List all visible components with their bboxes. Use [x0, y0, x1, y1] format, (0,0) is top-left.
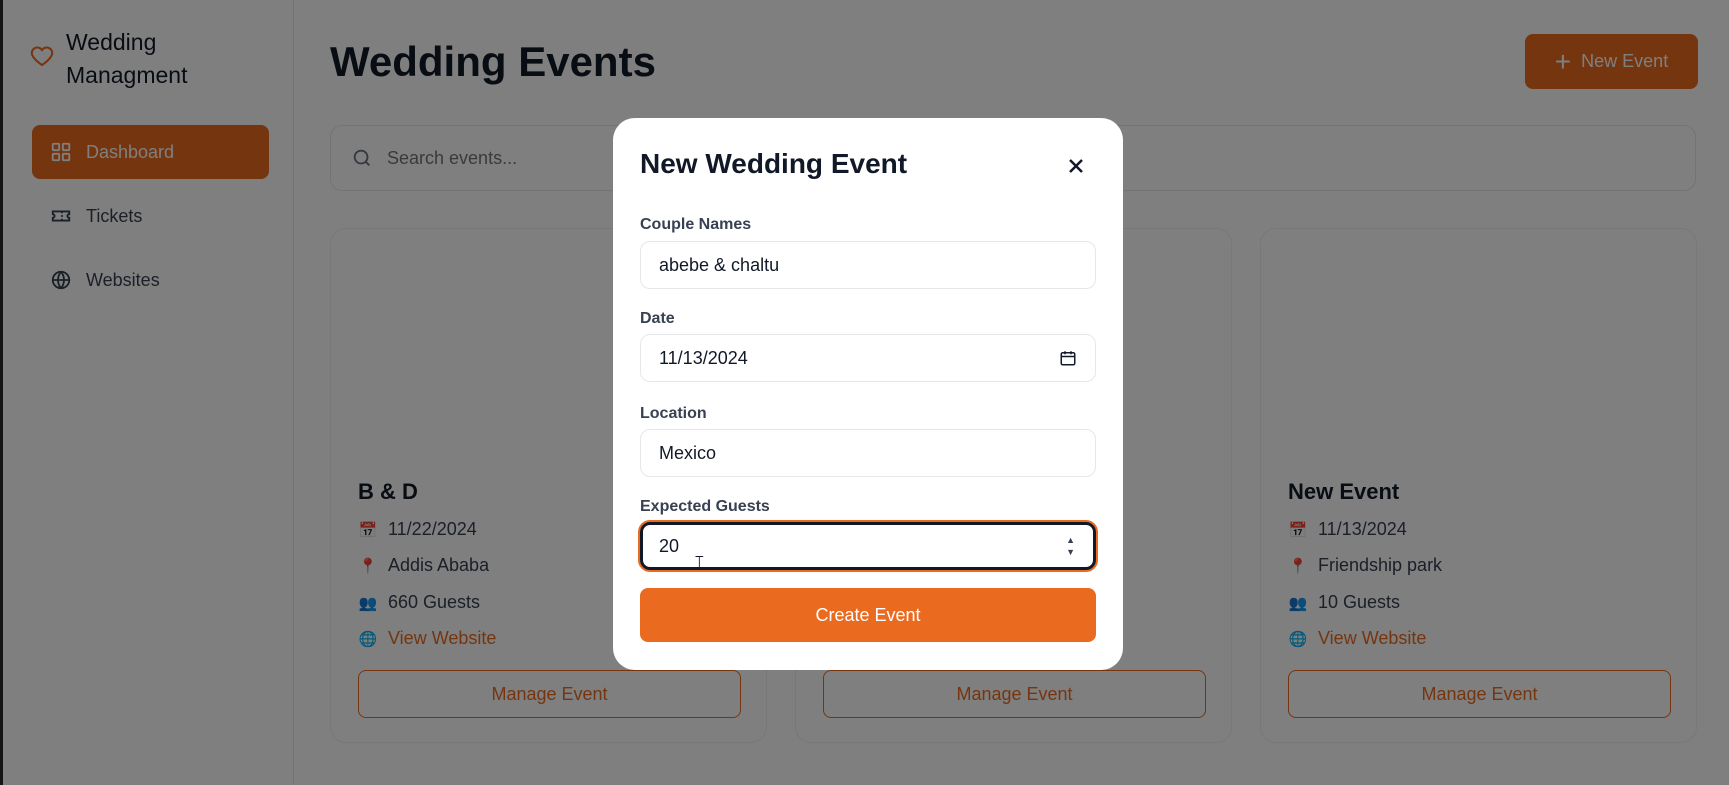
modal-title: New Wedding Event [640, 148, 908, 179]
couple-names-value: abebe & chaltu [659, 254, 780, 275]
location-value: Mexico [659, 442, 717, 463]
date-value: 11/13/2024 [659, 347, 748, 368]
expected-guests-label: Expected Guests [640, 498, 770, 515]
date-field[interactable]: 11/13/2024 [640, 334, 1096, 382]
number-stepper[interactable]: ▲ ▼ [1066, 535, 1075, 557]
close-icon[interactable] [1064, 154, 1088, 178]
date-label: Date [640, 310, 675, 327]
location-field[interactable]: Mexico [640, 429, 1096, 477]
calendar-icon[interactable] [1059, 349, 1077, 367]
couple-names-field[interactable]: abebe & chaltu [640, 241, 1096, 289]
new-event-modal: New Wedding Event Couple Names abebe & c… [613, 118, 1123, 670]
text-cursor-icon: 𝙸 [693, 552, 706, 572]
expected-guests-field[interactable]: 20 ▲ ▼ [640, 522, 1096, 570]
location-label: Location [640, 405, 707, 422]
stepper-down-icon[interactable]: ▼ [1066, 547, 1075, 557]
couple-names-label: Couple Names [640, 216, 752, 233]
expected-guests-value: 20 [659, 535, 680, 556]
stepper-up-icon[interactable]: ▲ [1066, 535, 1075, 545]
create-event-button[interactable]: Create Event [640, 588, 1096, 642]
